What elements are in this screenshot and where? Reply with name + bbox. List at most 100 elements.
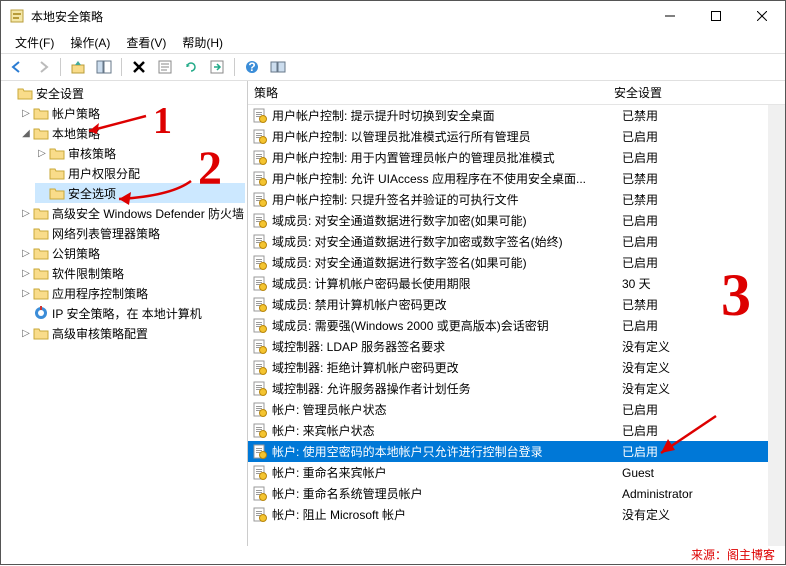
tree-item-1-0[interactable]: ▷审核策略: [35, 143, 245, 163]
policy-name: 用户帐户控制: 提示提升时切换到安全桌面: [272, 107, 622, 124]
policy-row-0[interactable]: 用户帐户控制: 提示提升时切换到安全桌面已禁用: [248, 105, 785, 126]
policy-icon: [252, 381, 268, 397]
scrollbar[interactable]: [768, 105, 785, 546]
policy-icon: [252, 360, 268, 376]
policy-row-4[interactable]: 用户帐户控制: 只提升签名并验证的可执行文件已禁用: [248, 189, 785, 210]
policy-icon: [252, 276, 268, 292]
minimize-button[interactable]: [647, 1, 693, 31]
options-button[interactable]: [266, 56, 290, 78]
policy-row-1[interactable]: 用户帐户控制: 以管理员批准模式运行所有管理员已启用: [248, 126, 785, 147]
policy-row-7[interactable]: 域成员: 对安全通道数据进行数字签名(如果可能)已启用: [248, 252, 785, 273]
policy-name: 帐户: 阻止 Microsoft 帐户: [272, 506, 622, 523]
policy-icon: [252, 486, 268, 502]
policy-row-6[interactable]: 域成员: 对安全通道数据进行数字加密或数字签名(始终)已启用: [248, 231, 785, 252]
forward-button[interactable]: [31, 56, 55, 78]
svg-text:?: ?: [248, 60, 255, 74]
policy-row-18[interactable]: 帐户: 重命名系统管理员帐户Administrator: [248, 483, 785, 504]
policy-row-2[interactable]: 用户帐户控制: 用于内置管理员帐户的管理员批准模式已启用: [248, 147, 785, 168]
column-setting[interactable]: 安全设置: [608, 81, 785, 104]
policy-name: 域成员: 对安全通道数据进行数字加密或数字签名(始终): [272, 233, 622, 250]
export-button[interactable]: [205, 56, 229, 78]
policy-row-16[interactable]: 帐户: 使用空密码的本地帐户只允许进行控制台登录已启用: [248, 441, 785, 462]
close-button[interactable]: [739, 1, 785, 31]
policy-row-15[interactable]: 帐户: 来宾帐户状态已启用: [248, 420, 785, 441]
policy-row-10[interactable]: 域成员: 需要强(Windows 2000 或更高版本)会话密钥已启用: [248, 315, 785, 336]
policy-name: 帐户: 来宾帐户状态: [272, 422, 622, 439]
policy-setting: 已禁用: [622, 191, 785, 208]
menu-help[interactable]: 帮助(H): [174, 32, 231, 53]
policy-name: 域成员: 禁用计算机帐户密码更改: [272, 296, 622, 313]
policy-icon: [252, 339, 268, 355]
tree-item-0[interactable]: ▷帐户策略: [19, 103, 245, 123]
policy-name: 域成员: 计算机帐户密码最长使用期限: [272, 275, 622, 292]
policy-name: 域控制器: 允许服务器操作者计划任务: [272, 380, 622, 397]
policy-icon: [252, 444, 268, 460]
policy-row-11[interactable]: 域控制器: LDAP 服务器签名要求没有定义: [248, 336, 785, 357]
policy-icon: [252, 213, 268, 229]
policy-setting: 30 天: [622, 275, 785, 292]
policy-setting: 没有定义: [622, 359, 785, 376]
maximize-button[interactable]: [693, 1, 739, 31]
app-icon: [9, 8, 25, 24]
policy-setting: 已启用: [622, 212, 785, 229]
help-button[interactable]: ?: [240, 56, 264, 78]
menu-view[interactable]: 查看(V): [118, 32, 174, 53]
policy-icon: [252, 318, 268, 334]
policy-row-9[interactable]: 域成员: 禁用计算机帐户密码更改已禁用: [248, 294, 785, 315]
policy-row-3[interactable]: 用户帐户控制: 允许 UIAccess 应用程序在不使用安全桌面...已禁用: [248, 168, 785, 189]
policy-name: 用户帐户控制: 只提升签名并验证的可执行文件: [272, 191, 622, 208]
policy-row-14[interactable]: 帐户: 管理员帐户状态已启用: [248, 399, 785, 420]
policy-name: 域控制器: 拒绝计算机帐户密码更改: [272, 359, 622, 376]
refresh-button[interactable]: [179, 56, 203, 78]
menu-action[interactable]: 操作(A): [62, 32, 118, 53]
policy-name: 域成员: 对安全通道数据进行数字签名(如果可能): [272, 254, 622, 271]
delete-button[interactable]: [127, 56, 151, 78]
policy-icon: [252, 297, 268, 313]
show-hide-button[interactable]: [92, 56, 116, 78]
policy-setting: 没有定义: [622, 338, 785, 355]
policy-name: 用户帐户控制: 用于内置管理员帐户的管理员批准模式: [272, 149, 622, 166]
tree-item-2[interactable]: ▷高级安全 Windows Defender 防火墙: [19, 203, 245, 223]
policy-icon: [252, 234, 268, 250]
policy-name: 帐户: 重命名来宾帐户: [272, 464, 622, 481]
policy-name: 域成员: 需要强(Windows 2000 或更高版本)会话密钥: [272, 317, 622, 334]
policy-row-12[interactable]: 域控制器: 拒绝计算机帐户密码更改没有定义: [248, 357, 785, 378]
policy-setting: 已启用: [622, 128, 785, 145]
policy-row-17[interactable]: 帐户: 重命名来宾帐户Guest: [248, 462, 785, 483]
policy-name: 域控制器: LDAP 服务器签名要求: [272, 338, 622, 355]
back-button[interactable]: [5, 56, 29, 78]
policy-name: 用户帐户控制: 允许 UIAccess 应用程序在不使用安全桌面...: [272, 170, 622, 187]
tree-item-1-1[interactable]: 用户权限分配: [35, 163, 245, 183]
titlebar: 本地安全策略: [1, 1, 785, 31]
policy-setting: 已启用: [622, 254, 785, 271]
tree-item-1[interactable]: ◢本地策略: [19, 123, 245, 143]
list-pane[interactable]: 策略 安全设置 用户帐户控制: 提示提升时切换到安全桌面已禁用用户帐户控制: 以…: [248, 81, 785, 546]
properties-button[interactable]: [153, 56, 177, 78]
policy-icon: [252, 255, 268, 271]
policy-setting: 已启用: [622, 317, 785, 334]
policy-row-13[interactable]: 域控制器: 允许服务器操作者计划任务没有定义: [248, 378, 785, 399]
tree-item-3[interactable]: 网络列表管理器策略: [19, 223, 245, 243]
tree-item-1-2[interactable]: 安全选项: [35, 183, 245, 203]
policy-setting: 已启用: [622, 443, 785, 460]
policy-icon: [252, 129, 268, 145]
policy-row-8[interactable]: 域成员: 计算机帐户密码最长使用期限30 天: [248, 273, 785, 294]
tree-item-6[interactable]: ▷应用程序控制策略: [19, 283, 245, 303]
policy-name: 帐户: 使用空密码的本地帐户只允许进行控制台登录: [272, 443, 622, 460]
tree-item-8[interactable]: ▷高级审核策略配置: [19, 323, 245, 343]
policy-setting: 已启用: [622, 422, 785, 439]
policy-row-5[interactable]: 域成员: 对安全通道数据进行数字加密(如果可能)已启用: [248, 210, 785, 231]
tree-item-4[interactable]: ▷公钥策略: [19, 243, 245, 263]
policy-name: 帐户: 管理员帐户状态: [272, 401, 622, 418]
tree-root[interactable]: 安全设置: [3, 83, 245, 103]
tree-pane[interactable]: 安全设置▷帐户策略◢本地策略▷审核策略用户权限分配安全选项▷高级安全 Windo…: [1, 81, 248, 546]
tree-item-5[interactable]: ▷软件限制策略: [19, 263, 245, 283]
tree-item-7[interactable]: IP 安全策略，在 本地计算机: [19, 303, 245, 323]
column-policy[interactable]: 策略: [248, 81, 608, 104]
menu-file[interactable]: 文件(F): [7, 32, 62, 53]
policy-icon: [252, 507, 268, 523]
up-button[interactable]: [66, 56, 90, 78]
toolbar: ?: [1, 53, 785, 81]
policy-icon: [252, 192, 268, 208]
policy-row-19[interactable]: 帐户: 阻止 Microsoft 帐户没有定义: [248, 504, 785, 525]
